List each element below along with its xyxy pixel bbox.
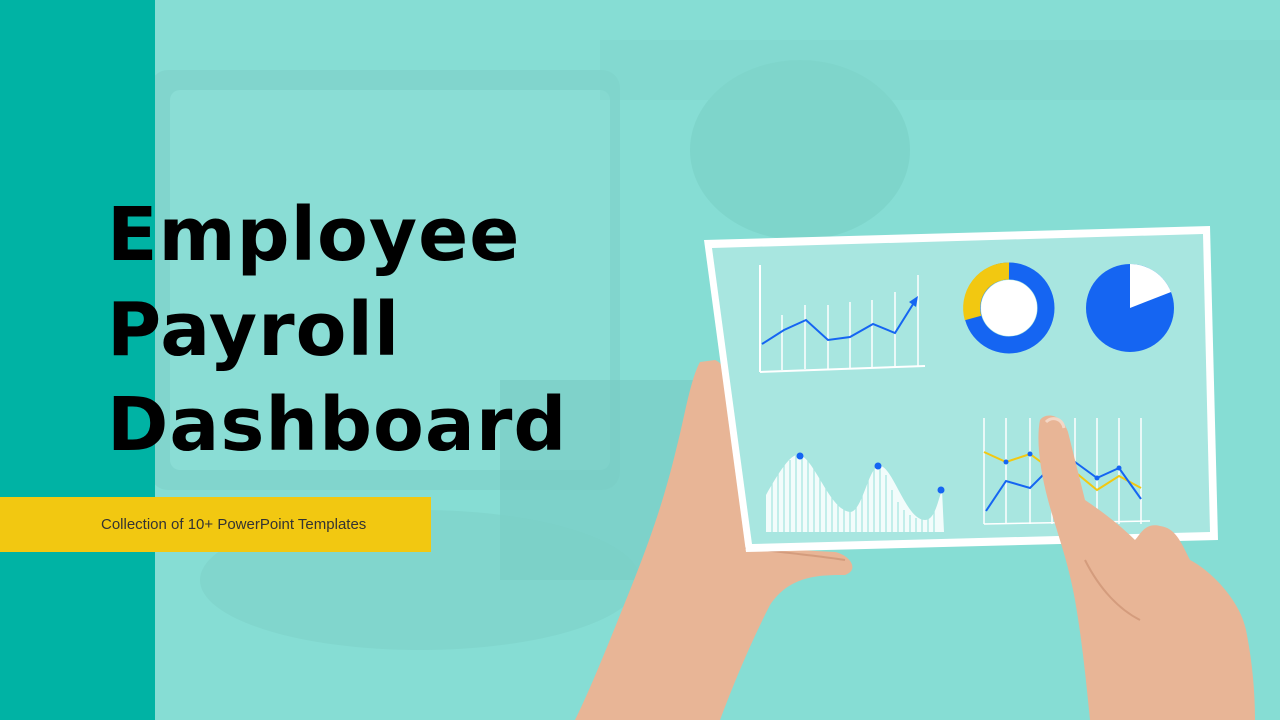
title-line-1: Employee [107,192,521,278]
slide: Employee Payroll Dashboard Collection of… [0,0,1280,720]
donut-chart-icon [963,262,1055,354]
title-line-3: Dashboard [107,382,568,468]
subtitle-text: Collection of 10+ PowerPoint Templates [101,516,367,533]
slide-title: Employee Payroll Dashboard [107,188,567,473]
subtitle-bar: Collection of 10+ PowerPoint Templates [0,497,431,552]
title-line-2: Payroll [107,287,401,373]
pie-chart-icon [1086,264,1174,352]
